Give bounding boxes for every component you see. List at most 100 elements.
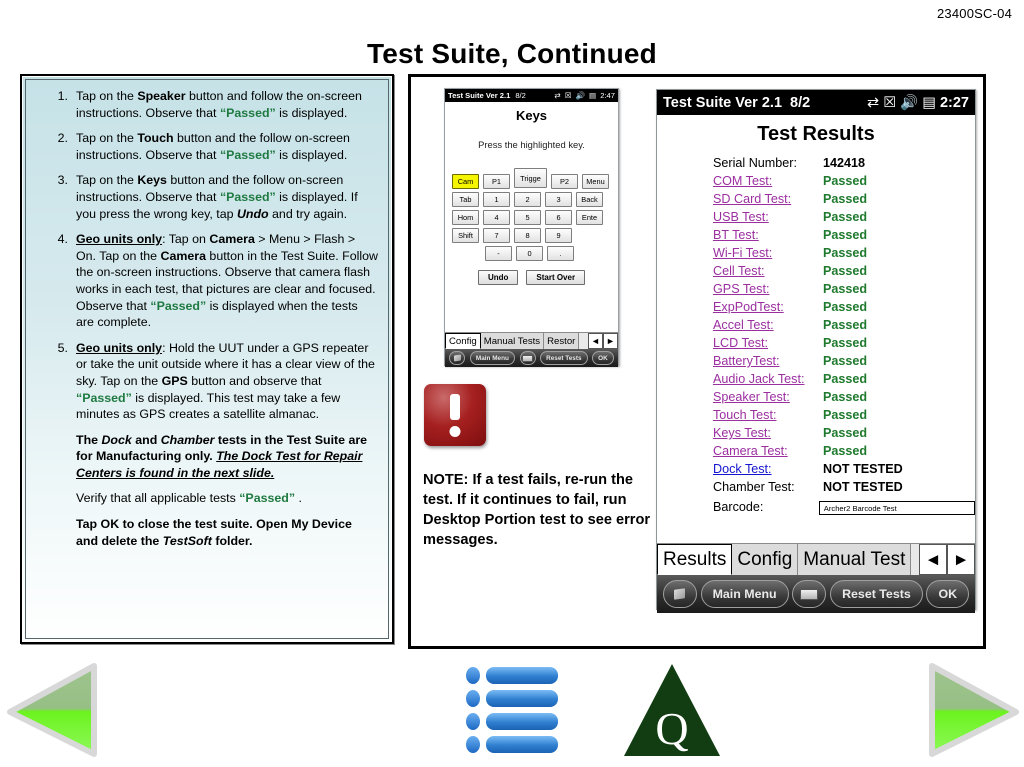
- barcode-label: Barcode:: [713, 500, 764, 514]
- keypad-key[interactable]: 5: [514, 210, 541, 225]
- tab-restor[interactable]: Restor: [544, 333, 580, 349]
- tab-scroll-left-icon[interactable]: ◄: [919, 544, 947, 575]
- next-slide-arrow[interactable]: [928, 662, 1020, 758]
- tab-manual-tests[interactable]: Manual Tests: [480, 333, 545, 349]
- tab-scroll-right-icon[interactable]: ►: [947, 544, 975, 575]
- tab-scroll-left-icon[interactable]: ◄: [588, 333, 603, 349]
- tab-scroll-right-icon[interactable]: ►: [603, 333, 618, 349]
- result-row: BT Test: Passed: [657, 226, 975, 244]
- result-row: Cell Test: Passed: [657, 262, 975, 280]
- keypad-key[interactable]: 8: [514, 228, 541, 243]
- keypad-key[interactable]: P2: [551, 174, 578, 189]
- keypad[interactable]: Cam P1 Trigge P2 Menu Tab 1 2 3 Back Hom 4 5 6 Ente Shi…: [449, 168, 614, 261]
- keypad-key[interactable]: 7: [483, 228, 510, 243]
- keypad-key[interactable]: Shift: [452, 228, 479, 243]
- keyboard-button[interactable]: [792, 580, 827, 608]
- keypad-key[interactable]: Menu: [582, 174, 609, 189]
- cmd-main-menu[interactable]: Main Menu: [700, 580, 789, 608]
- previous-slide-arrow-icon: [7, 663, 97, 757]
- keys-screen-device: Test Suite Ver 2.1 8/2 ⇄ ☒ 🔊 ▤ 2:47 Keys…: [444, 88, 619, 367]
- result-label[interactable]: COM Test:: [713, 172, 823, 190]
- keys-command-bar[interactable]: Main Menu Reset Tests OK: [445, 349, 618, 367]
- instruction-step: 4. Geo units only: Tap on Camera > Menu >…: [34, 231, 378, 331]
- tab-config[interactable]: Config: [732, 544, 799, 575]
- result-label[interactable]: Dock Test:: [713, 460, 823, 478]
- cmd-reset-tests[interactable]: Reset Tests: [830, 580, 923, 608]
- barcode-input[interactable]: Archer2 Barcode Test: [818, 501, 975, 515]
- result-label[interactable]: GPS Test:: [713, 280, 823, 298]
- result-label[interactable]: USB Test:: [713, 208, 823, 226]
- keypad-key[interactable]: Ente: [576, 210, 603, 225]
- keypad-key[interactable]: Tab: [452, 192, 479, 207]
- text-run: button and observe that: [187, 373, 322, 388]
- result-label[interactable]: BT Test:: [713, 226, 823, 244]
- keys-tabstrip[interactable]: Config Manual Tests Restor ◄ ►: [445, 332, 618, 349]
- keys-action-buttons[interactable]: Undo Start Over: [449, 270, 614, 285]
- step-number: 3.: [57, 173, 68, 188]
- keypad-key[interactable]: .: [547, 246, 574, 261]
- result-label[interactable]: Touch Test:: [713, 406, 823, 424]
- note-text: NOTE: If a test fails, re-run the test. …: [423, 472, 651, 548]
- tab-manual-test[interactable]: Manual Test: [798, 544, 912, 575]
- text-run: “Passed”: [76, 390, 132, 405]
- result-label[interactable]: Wi-Fi Test:: [713, 244, 823, 262]
- next-slide-arrow-icon: [929, 663, 1019, 757]
- cmd-ok[interactable]: OK: [592, 351, 614, 365]
- result-label[interactable]: LCD Test:: [713, 334, 823, 352]
- cmd-ok[interactable]: OK: [926, 580, 970, 608]
- start-button[interactable]: [449, 351, 466, 365]
- keypad-key[interactable]: Cam: [452, 174, 479, 189]
- keypad-key[interactable]: 0: [516, 246, 543, 261]
- keypad-key[interactable]: 3: [545, 192, 572, 207]
- keypad-key[interactable]: Back: [576, 192, 603, 207]
- result-label[interactable]: Keys Test:: [713, 424, 823, 442]
- keypad-key[interactable]: -: [485, 246, 512, 261]
- instructions-inner: 1. Tap on the Speaker button and follow t…: [25, 79, 389, 639]
- keys-action-undo[interactable]: Undo: [477, 270, 519, 285]
- result-label[interactable]: SD Card Test:: [713, 190, 823, 208]
- cmd-reset-tests[interactable]: Reset Tests: [540, 351, 588, 365]
- keyboard-button[interactable]: [519, 351, 536, 365]
- result-label[interactable]: ExpPodTest:: [713, 298, 823, 316]
- result-label[interactable]: Cell Test:: [713, 262, 823, 280]
- results-tabstrip[interactable]: Results Config Manual Test ◄ ►: [657, 543, 975, 575]
- start-button[interactable]: [662, 580, 697, 608]
- text-run: Undo: [236, 206, 269, 221]
- result-label[interactable]: Audio Jack Test:: [713, 370, 823, 388]
- keypad-key[interactable]: Trigge: [514, 168, 547, 188]
- keys-time: 2:47: [600, 91, 615, 100]
- bulleted-list-icon[interactable]: [466, 664, 566, 756]
- results-screen-device: Test Suite Ver 2.1 8/2 ⇄ ☒ 🔊 ▤ 2:27 Test…: [656, 89, 976, 613]
- text-run: Tap on the: [76, 89, 138, 103]
- slide-page: 23400SC-04 Test Suite, Continued 1. Tap o…: [0, 0, 1024, 767]
- result-label[interactable]: Camera Test:: [713, 442, 823, 460]
- keyboard-icon: [800, 588, 819, 600]
- text-run: .: [295, 491, 302, 506]
- text-run: Dock: [101, 432, 132, 447]
- cmd-main-menu[interactable]: Main Menu: [469, 351, 515, 365]
- tab-config[interactable]: Config: [445, 333, 481, 349]
- text-run: “Passed”: [239, 491, 296, 506]
- keypad-key[interactable]: 4: [483, 210, 510, 225]
- q-triangle-logo[interactable]: Q: [620, 662, 724, 760]
- keypad-key[interactable]: 2: [514, 192, 541, 207]
- previous-slide-arrow[interactable]: [6, 662, 98, 758]
- result-label[interactable]: BatteryTest:: [713, 352, 823, 370]
- signal-no-service-icon: ☒: [883, 94, 897, 111]
- keypad-key[interactable]: P1: [483, 174, 510, 189]
- result-value: Passed: [823, 174, 868, 188]
- result-label[interactable]: Speaker Test:: [713, 388, 823, 406]
- results-command-bar[interactable]: Main Menu Reset Tests OK: [657, 575, 975, 613]
- results-heading: Test Results: [757, 123, 875, 145]
- result-value: Passed: [823, 300, 868, 314]
- keypad-key[interactable]: 9: [545, 228, 572, 243]
- result-label[interactable]: Accel Test:: [713, 316, 823, 334]
- keypad-key[interactable]: 6: [545, 210, 572, 225]
- keys-action-start-over[interactable]: Start Over: [526, 270, 586, 285]
- keypad-key[interactable]: 1: [483, 192, 510, 207]
- keypad-key[interactable]: Hom: [452, 210, 479, 225]
- text-run: Chamber: [160, 432, 215, 447]
- tab-results[interactable]: Results: [657, 544, 733, 575]
- list-bar: [486, 667, 558, 684]
- result-value: Passed: [823, 192, 868, 206]
